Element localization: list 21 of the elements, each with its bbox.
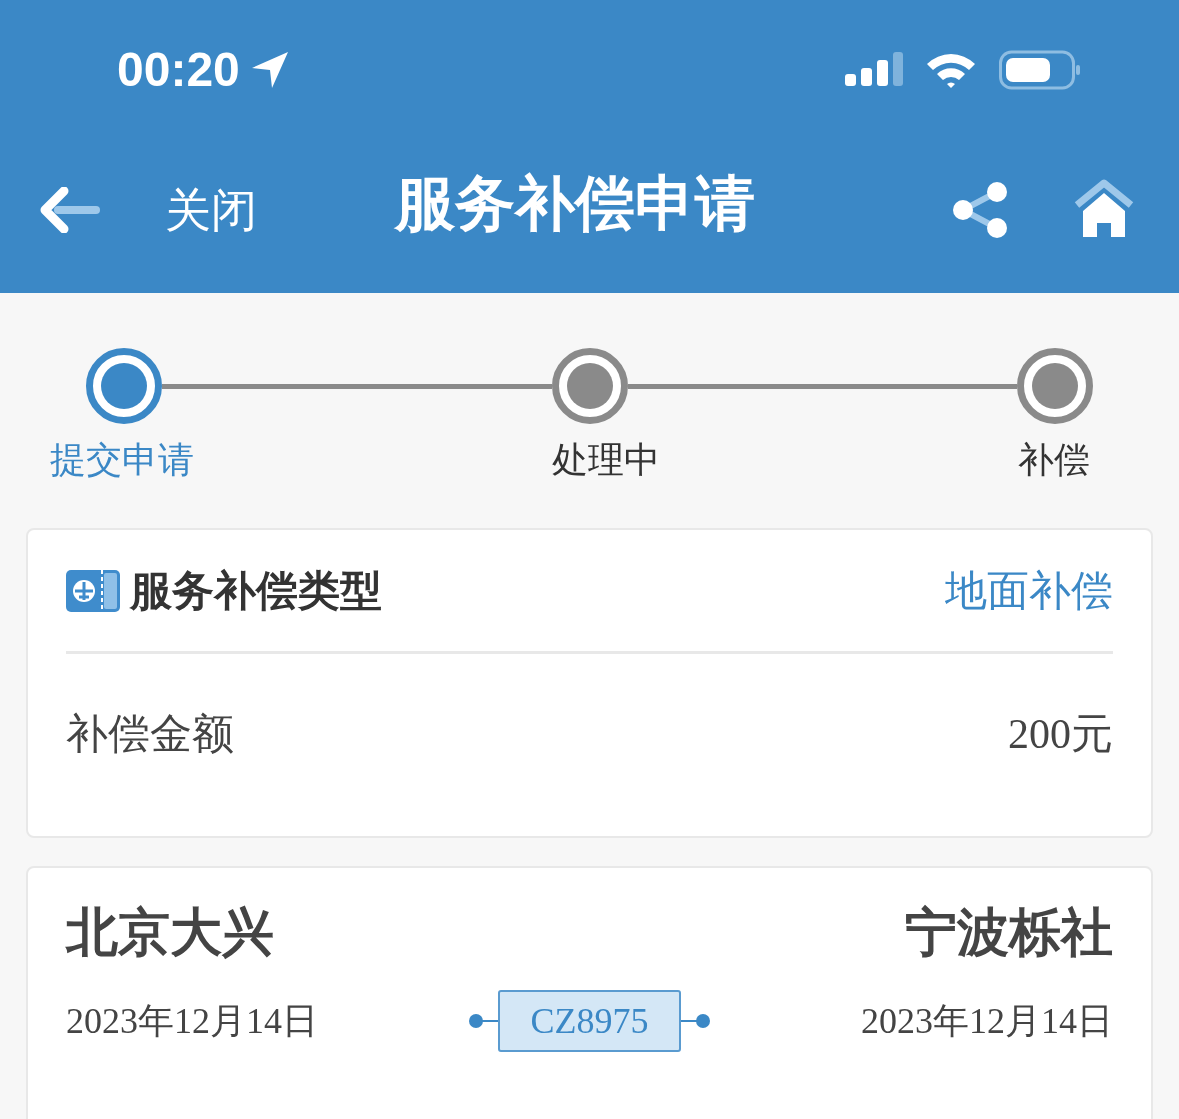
close-button[interactable]: 关闭 [165, 186, 257, 233]
connector-dot-icon [468, 1013, 499, 1029]
compensation-type: 地面补偿 [945, 569, 1113, 612]
back-button[interactable] [40, 184, 102, 235]
arrival-date: 2023年12月14日 [861, 1003, 1113, 1039]
amount-value: 200元 [1008, 713, 1113, 755]
departure-date: 2023年12月14日 [66, 1003, 318, 1039]
page-title: 服务补偿申请 [395, 174, 755, 234]
arrival-city: 宁波栎社 [905, 906, 1113, 958]
step-label: 补偿 [1018, 442, 1090, 478]
connector-dot-icon [680, 1013, 711, 1029]
ticket-icon [66, 569, 120, 612]
status-time: 00:20 [117, 46, 240, 94]
back-arrow-icon [40, 186, 100, 233]
departure-city: 北京大兴 [66, 906, 274, 958]
flight-number: CZ8975 [498, 990, 681, 1052]
amount-label: 补偿金额 [66, 713, 234, 755]
battery-icon [999, 50, 1081, 90]
step-label: 处理中 [552, 442, 660, 478]
step-label: 提交申请 [50, 442, 194, 478]
card-title: 服务补偿类型 [130, 569, 382, 612]
